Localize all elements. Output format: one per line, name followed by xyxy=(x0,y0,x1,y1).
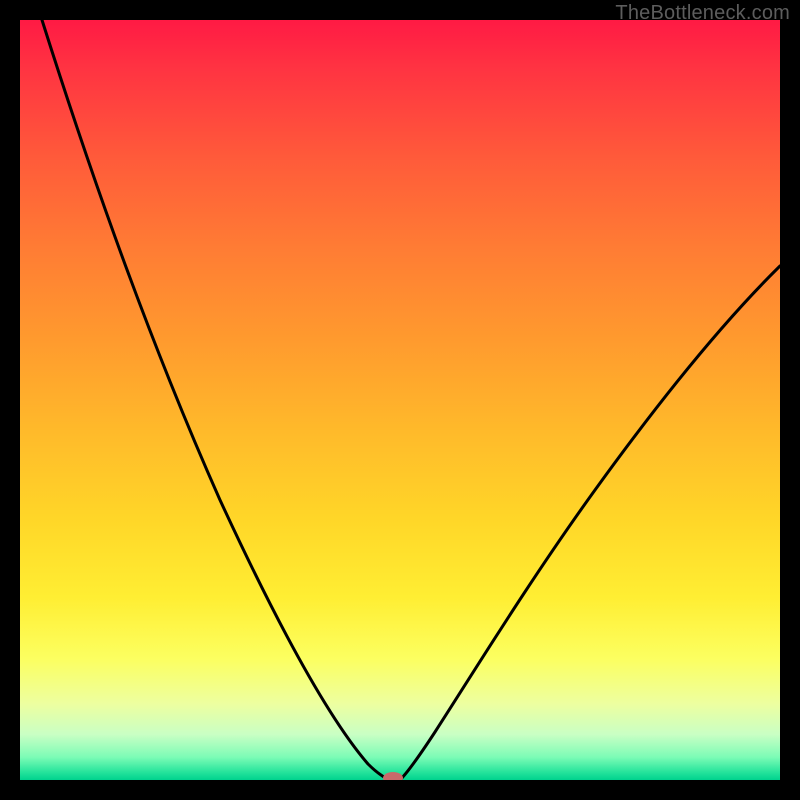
plot-background-gradient xyxy=(20,20,780,780)
bottleneck-chart: TheBottleneck.com xyxy=(0,0,800,800)
watermark-text: TheBottleneck.com xyxy=(615,2,790,25)
